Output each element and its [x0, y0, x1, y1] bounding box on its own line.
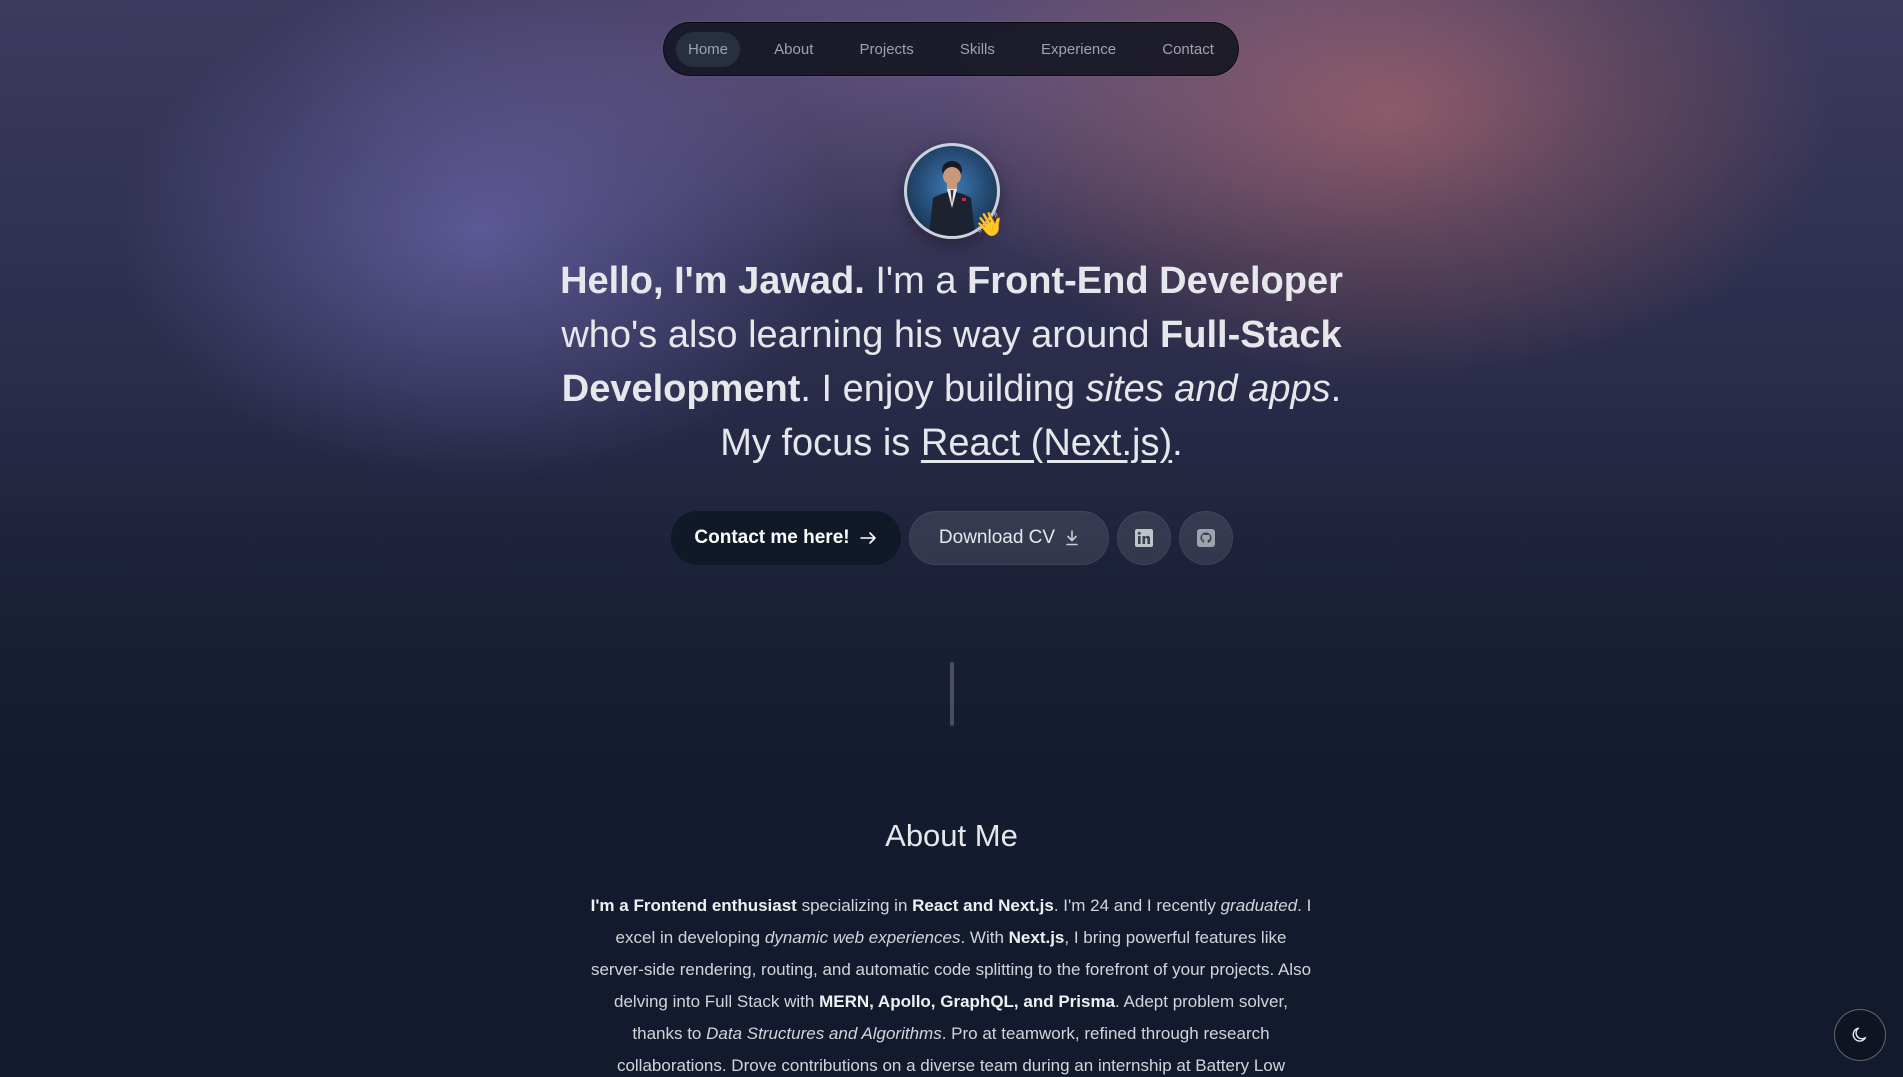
section-divider	[950, 662, 954, 726]
download-cv-label: Download CV	[938, 527, 1056, 548]
page: Home About Projects Skills Experience Co…	[0, 0, 1903, 1077]
about-segment: React and Next.js	[912, 896, 1054, 915]
about-title: About Me	[885, 818, 1018, 853]
nav-item-about[interactable]: About	[762, 32, 825, 67]
about-text: I'm a Frontend enthusiast specializing i…	[590, 890, 1312, 1077]
hero-text: I'm a	[864, 260, 968, 302]
about-segment: specializing in	[796, 896, 913, 915]
nav-item-experience[interactable]: Experience	[1029, 32, 1128, 67]
hero-role: Front-End Developer	[967, 260, 1343, 302]
hero-greeting: Hello, I'm Jawad.	[560, 260, 865, 302]
profile-avatar: 👋	[904, 143, 1004, 239]
about-segment: Next.js	[1008, 928, 1065, 947]
linkedin-icon	[1135, 529, 1153, 547]
hero-focus: React (Next.js)	[920, 422, 1173, 464]
hero-building: sites and apps	[1085, 368, 1331, 410]
about-segment: Data Structures and Algorithms	[706, 1024, 942, 1043]
download-icon	[1066, 530, 1078, 546]
hero-text: .	[1172, 422, 1183, 464]
top-navigation: Home About Projects Skills Experience Co…	[663, 22, 1239, 76]
about-segment: I'm a Frontend enthusiast	[590, 896, 797, 915]
nav-item-skills[interactable]: Skills	[948, 32, 1007, 67]
github-icon	[1197, 529, 1215, 547]
linkedin-button[interactable]	[1117, 511, 1171, 565]
theme-toggle-button[interactable]	[1834, 1009, 1886, 1061]
hero-intro: Hello, I'm Jawad. I'm a Front-End Develo…	[560, 254, 1343, 470]
nav-item-contact[interactable]: Contact	[1150, 32, 1226, 67]
nav-item-projects[interactable]: Projects	[848, 32, 926, 67]
about-segment: . I'm 24 and I recently	[1053, 896, 1221, 915]
about-segment: dynamic web experiences	[764, 928, 961, 947]
download-cv-button[interactable]: Download CV	[909, 511, 1109, 565]
hero-text: . I enjoy building	[800, 368, 1086, 410]
contact-button-label: Contact me here!	[694, 527, 850, 548]
nav-item-home[interactable]: Home	[676, 31, 741, 67]
arrow-right-icon	[859, 532, 876, 544]
waving-hand-icon: 👋	[974, 211, 1004, 238]
about-segment: graduated	[1220, 896, 1298, 915]
moon-icon	[1852, 1027, 1867, 1042]
about-segment: MERN, Apollo, GraphQL, and Prisma	[819, 992, 1116, 1011]
about-segment: . With	[960, 928, 1009, 947]
hero-text: who's also learning his way around	[561, 314, 1161, 356]
hero-actions: Contact me here! Download CV	[671, 511, 1233, 565]
github-button[interactable]	[1179, 511, 1233, 565]
contact-button[interactable]: Contact me here!	[671, 511, 901, 565]
